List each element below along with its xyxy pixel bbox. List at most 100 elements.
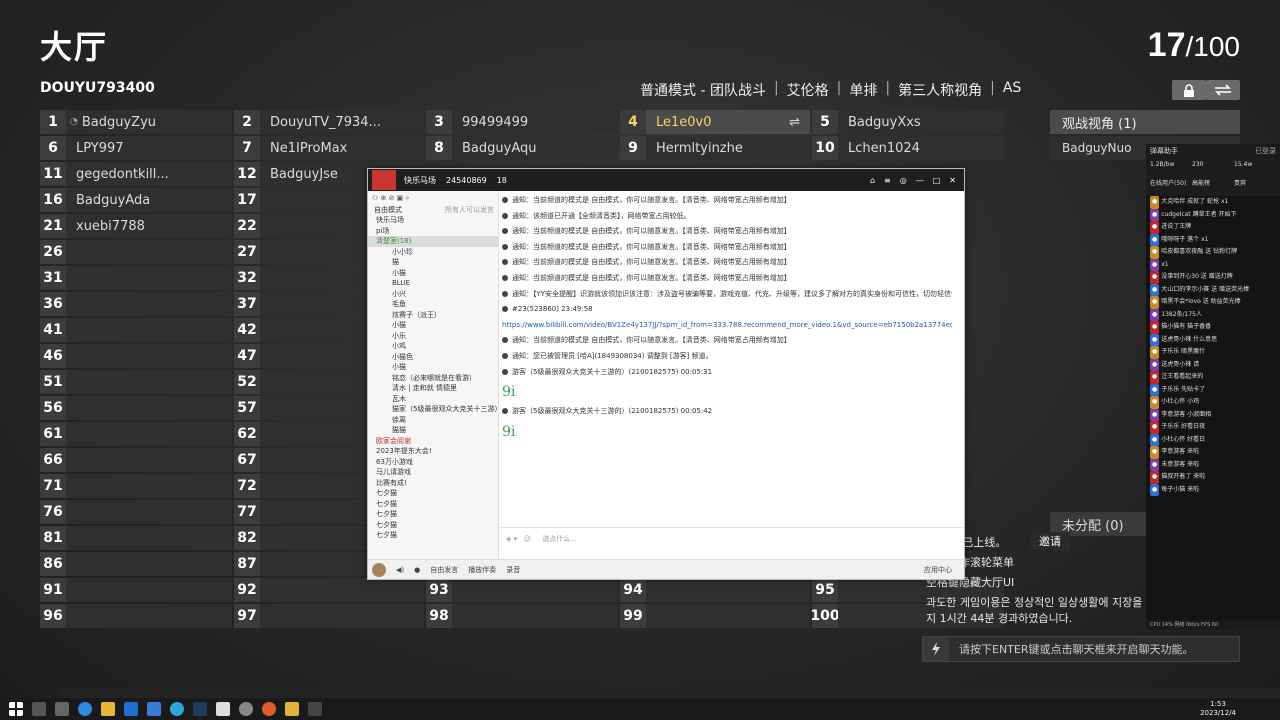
channel-tree-item[interactable]: 七夕猫 xyxy=(368,530,498,541)
task-view-icon[interactable] xyxy=(55,702,69,716)
channel-tree-item[interactable]: 小乐 xyxy=(368,331,498,342)
channel-tree-item[interactable]: 七夕猫 xyxy=(368,509,498,520)
player-slot[interactable]: 92 xyxy=(234,578,424,602)
mail-icon[interactable] xyxy=(147,702,161,716)
live-comment-panel[interactable]: 弹幕助手 已登录 1.2B/bw 230 15.4w 在线用户(50) 高能榜 贵宾 ●… xyxy=(1146,144,1280,630)
channel-tree-item[interactable]: 马儿请游戏 xyxy=(368,467,498,478)
player-slot[interactable]: 2 DouyuTV_7934... xyxy=(234,110,424,134)
speaker-icon[interactable]: ◀) xyxy=(396,566,404,574)
mic-icon[interactable]: ● xyxy=(414,566,420,574)
channel-tree-item[interactable]: 清楚室(18) xyxy=(368,236,498,247)
search-icon[interactable] xyxy=(32,702,46,716)
notepad-icon[interactable] xyxy=(216,702,230,716)
player-slot[interactable]: 99 xyxy=(620,604,810,628)
player-slot[interactable]: 36 xyxy=(40,292,232,316)
player-slot[interactable]: 61 xyxy=(40,422,232,446)
channel-tree-item[interactable]: 七夕猫 xyxy=(368,520,498,531)
minimize-icon[interactable]: — xyxy=(916,176,924,185)
taskbar-clock[interactable]: 1:53 2023/12/4 xyxy=(1200,700,1236,718)
channel-tree-item[interactable]: 比赛有成! xyxy=(368,478,498,489)
steam-icon[interactable] xyxy=(193,702,207,716)
player-slot[interactable]: 7 Ne1IProMax xyxy=(234,136,424,160)
channel-tree-item[interactable]: 徐离 xyxy=(368,415,498,426)
channel-tree-item[interactable]: BLUE xyxy=(368,278,498,289)
player-slot[interactable]: 91 xyxy=(40,578,232,602)
player-slot[interactable]: 96 xyxy=(40,604,232,628)
channel-tree-item[interactable]: 小鸡 xyxy=(368,341,498,352)
chat-message-text[interactable]: https://www.bilibili.com/video/BV1Ze4y13… xyxy=(502,321,952,329)
free-speak-label[interactable]: 自由发言 xyxy=(430,565,458,575)
start-icon[interactable] xyxy=(9,702,23,716)
player-slot[interactable]: 97 xyxy=(234,604,424,628)
player-slot[interactable]: 16 BadguyAda xyxy=(40,188,232,212)
swap-icon[interactable]: ⇌ xyxy=(789,115,800,130)
record-label[interactable]: 录音 xyxy=(506,565,520,575)
channel-tree-item[interactable]: 铭恋（必来哪就是在看游） xyxy=(368,373,498,384)
player-slot[interactable]: 56 xyxy=(40,396,232,420)
channel-tree-item[interactable]: 欧家会阅谢 xyxy=(368,436,498,447)
player-slot[interactable]: 6 LPY997 xyxy=(40,136,232,160)
player-slot[interactable]: 81 xyxy=(40,526,232,550)
close-icon[interactable]: ✕ xyxy=(949,176,956,185)
menu-icon[interactable]: ≡ xyxy=(884,176,891,185)
user-avatar[interactable] xyxy=(372,562,386,577)
channel-tree-item[interactable]: pi场 xyxy=(368,226,498,237)
channel-tree-item[interactable]: 毛鱼 xyxy=(368,299,498,310)
channel-tree-item[interactable]: 小小珍 xyxy=(368,247,498,258)
maximize-icon[interactable]: □ xyxy=(933,176,941,185)
channel-tree-item[interactable]: 小猫 xyxy=(368,320,498,331)
channel-tree-item[interactable]: 小猫 xyxy=(368,362,498,373)
player-slot[interactable]: 5 BadguyXxs xyxy=(812,110,1004,134)
pubg-icon[interactable] xyxy=(285,702,299,716)
lock-button[interactable] xyxy=(1172,80,1206,100)
play-music-label[interactable]: 播放伴奏 xyxy=(468,565,496,575)
player-slot[interactable]: 9 Hermltyinzhe xyxy=(620,136,810,160)
player-slot[interactable]: 51 xyxy=(40,370,232,394)
voice-chat-titlebar[interactable]: 快乐马场 24540869 18 ⌂ ≡ ◎ — □ ✕ xyxy=(368,169,964,191)
player-slot[interactable]: 86 xyxy=(40,552,232,576)
player-slot[interactable]: 41 xyxy=(40,318,232,342)
channel-tree-item[interactable]: 猫猫 xyxy=(368,425,498,436)
player-slot[interactable]: 71 xyxy=(40,474,232,498)
invite-button[interactable]: 邀请 xyxy=(1030,532,1070,550)
player-slot[interactable]: 93 xyxy=(426,578,618,602)
channel-tree-item[interactable]: 2023年提东大会! xyxy=(368,446,498,457)
player-slot[interactable]: 98 xyxy=(426,604,618,628)
player-slot[interactable]: 3 99499499 xyxy=(426,110,618,134)
channel-tree-item[interactable]: 炫赛子（派王） xyxy=(368,310,498,321)
player-slot[interactable]: 21 xuebi7788 xyxy=(40,214,232,238)
file-explorer-icon[interactable] xyxy=(101,702,115,716)
chat-input[interactable]: 请按下ENTER键或点击聊天框来开启聊天功能。 xyxy=(922,636,1240,662)
app-icon[interactable] xyxy=(308,702,322,716)
app-center-label[interactable]: 应用中心 xyxy=(924,565,952,575)
app-icon[interactable] xyxy=(239,702,253,716)
app-icon[interactable] xyxy=(170,702,184,716)
player-slot[interactable]: 11 gegedontkill... xyxy=(40,162,232,186)
channel-tree-item[interactable]: 小猫 xyxy=(368,268,498,279)
player-slot[interactable]: 94 xyxy=(620,578,810,602)
player-slot[interactable]: 4 Le1e0v0 ⇌ xyxy=(620,110,810,134)
channel-tree-item[interactable]: 清水 | 走和就 情德里 xyxy=(368,383,498,394)
player-slot[interactable]: 76 xyxy=(40,500,232,524)
yy-icon[interactable] xyxy=(262,702,276,716)
player-slot[interactable]: 26 xyxy=(40,240,232,264)
channel-tree-item[interactable]: 七夕猫 xyxy=(368,499,498,510)
player-slot[interactable]: 31 xyxy=(40,266,232,290)
home-icon[interactable]: ⌂ xyxy=(870,176,875,185)
spectator-header[interactable]: 观战视角 (1) xyxy=(1050,110,1240,134)
channel-tree-item[interactable]: 七夕猫 xyxy=(368,488,498,499)
player-slot[interactable]: 46 xyxy=(40,344,232,368)
channel-tree-item[interactable]: 小猫色 xyxy=(368,352,498,363)
channel-tree-item[interactable]: 小兴 xyxy=(368,289,498,300)
gamepad-icon[interactable]: ◎ xyxy=(900,176,907,185)
player-slot[interactable]: 66 xyxy=(40,448,232,472)
channel-tree-item[interactable]: 猫 xyxy=(368,257,498,268)
player-slot[interactable]: 8 BadguyAqu xyxy=(426,136,618,160)
store-icon[interactable] xyxy=(124,702,138,716)
message-input[interactable]: ◈ ▾ ☺ 说点什么... xyxy=(498,527,964,560)
swap-button[interactable] xyxy=(1206,80,1240,100)
voice-chat-window[interactable]: 快乐马场 24540869 18 ⌂ ≡ ◎ — □ ✕ ⚇ ⊕ ⊘ ▣ ⌕ 自… xyxy=(367,168,965,580)
edge-icon[interactable] xyxy=(78,702,92,716)
channel-tree-item[interactable]: 63万小游戏 xyxy=(368,457,498,468)
player-slot[interactable]: 1 ◔ BadguyZyu xyxy=(40,110,232,134)
